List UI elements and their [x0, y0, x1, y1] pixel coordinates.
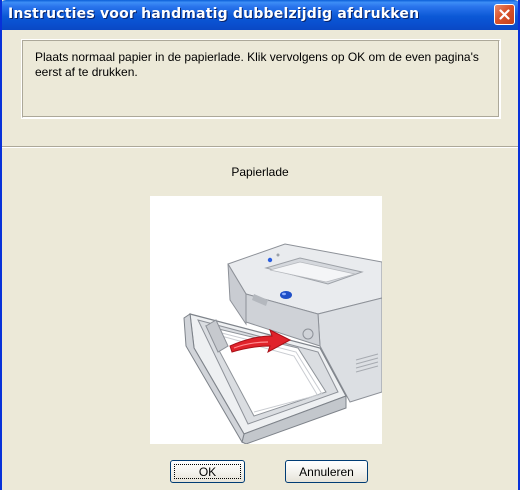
cancel-button-label: Annuleren [299, 464, 354, 479]
illustration-caption: Papierlade [231, 165, 289, 179]
printer-illustration-svg [183, 243, 383, 445]
dialog-window: Instructies voor handmatig dubbelzijdig … [0, 0, 520, 490]
close-button[interactable] [494, 4, 515, 25]
focus-rectangle [174, 464, 241, 479]
printer-paper-tray-illustration [150, 196, 383, 445]
message-group-box: Plaats normaal papier in de papierlade. … [21, 39, 501, 119]
separator-line [2, 146, 518, 148]
window-title: Instructies voor handmatig dubbelzijdig … [8, 6, 420, 22]
ok-button[interactable]: OK [170, 460, 245, 483]
instruction-text: Plaats normaal papier in de papierlade. … [35, 50, 479, 79]
title-bar[interactable]: Instructies voor handmatig dubbelzijdig … [2, 0, 518, 30]
cancel-button[interactable]: Annuleren [285, 460, 368, 483]
close-icon [499, 9, 510, 20]
